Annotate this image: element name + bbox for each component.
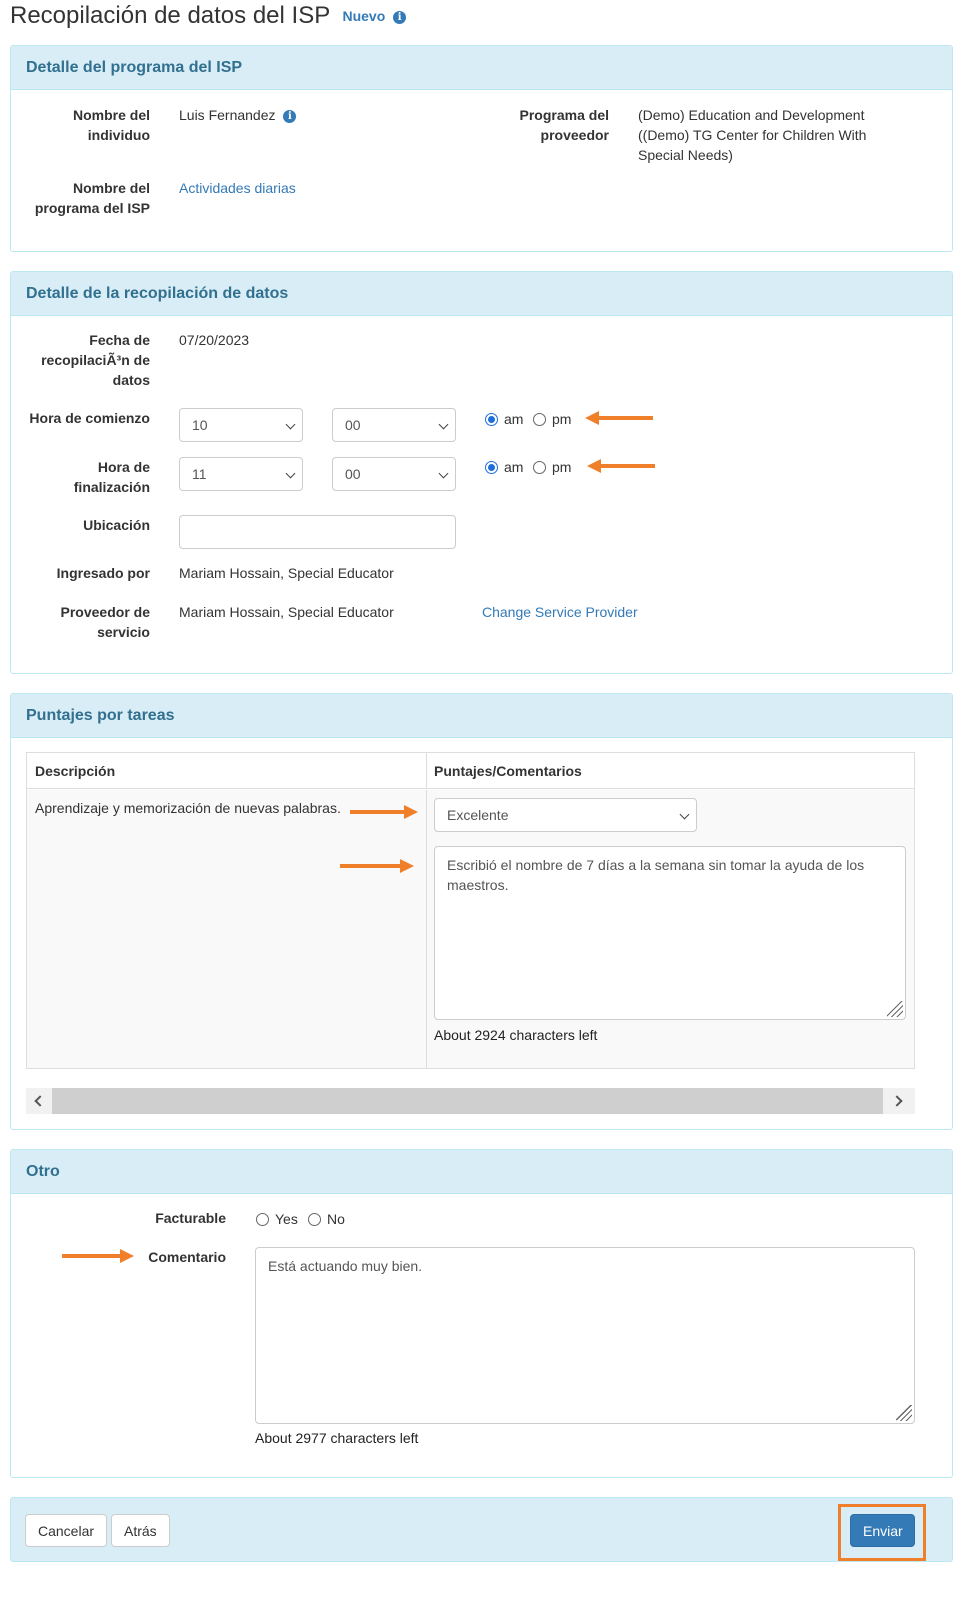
individual-label: Nombre del individuo [72,107,150,143]
end-time-label: Hora de finalización [73,459,150,495]
end-minute-value: 00 [345,466,361,482]
chevron-down-icon [679,809,690,820]
other-panel: Otro Facturable Yes No Comentario Está a… [10,1149,953,1478]
column-divider [426,790,427,1068]
comment-chars-left: About 2977 characters left [255,1430,419,1446]
score-comment-text: Escribió el nombre de 7 días a la semana… [447,857,865,893]
end-hour-value: 11 [192,466,207,482]
radio-unchecked-icon [533,460,546,474]
location-input[interactable] [179,515,456,549]
task-scores-heading: Puntajes por tareas [11,694,952,738]
billable-label: Facturable [155,1210,226,1226]
start-hour-value: 10 [192,417,208,433]
start-hour-select[interactable]: 10 [179,408,303,442]
table-header-row: Descripción Puntajes/Comentarios [27,753,914,789]
highlight-arrow-icon [350,805,418,819]
end-am-radio[interactable]: am [485,459,523,475]
comment-textarea[interactable]: Está actuando muy bien. [255,1247,915,1424]
chevron-down-icon [438,468,449,479]
end-pm-label: pm [552,459,572,475]
location-label: Ubicación [83,517,150,533]
chevron-down-icon [438,419,449,430]
start-minute-value: 00 [345,417,361,433]
end-am-label: am [504,459,524,475]
isp-program-heading: Detalle del programa del ISP [11,46,952,90]
score-value: Excelente [447,807,509,823]
task-scores-table: Descripción Puntajes/Comentarios Aprendi… [26,752,915,1069]
highlight-arrow-icon [340,859,414,873]
end-minute-select[interactable]: 00 [332,457,456,491]
entered-by-value: Mariam Hossain, Special Educator [179,565,394,581]
scroll-right-button[interactable] [883,1088,915,1114]
data-collection-panel: Detalle de la recopilación de datos Fech… [10,271,953,674]
start-time-label: Hora de comienzo [29,410,150,426]
column-header-description: Descripción [35,763,116,779]
new-badge: Nuevo i [342,8,407,24]
chevron-right-icon [891,1095,903,1107]
start-am-radio[interactable]: am [485,411,523,427]
collection-date-label: Fecha de recopilaciÃ³n de datos [41,332,150,388]
other-heading: Otro [11,1150,952,1194]
isp-program-panel: Detalle del programa del ISP Nombre del … [10,45,953,252]
new-badge-label: Nuevo [342,8,386,24]
resize-handle-icon[interactable] [896,1405,912,1421]
provider-program-label: Programa del proveedor [519,107,609,143]
data-collection-heading: Detalle de la recopilación de datos [11,272,952,316]
chevron-down-icon [285,468,296,479]
score-chars-left: About 2924 characters left [434,1027,598,1043]
billable-no-label: No [327,1211,345,1227]
billable-no-radio[interactable]: No [308,1211,345,1227]
highlight-arrow-icon [585,411,653,425]
radio-unchecked-icon [533,412,546,426]
highlight-arrow-icon [587,459,655,473]
task-scores-panel: Puntajes por tareas Descripción Puntajes… [10,693,953,1130]
score-select[interactable]: Excelente [434,798,697,832]
info-icon[interactable]: i [393,11,407,24]
billable-yes-radio[interactable]: Yes [256,1211,298,1227]
scroll-left-button[interactable] [26,1088,52,1114]
page-title-text: Recopilación de datos del ISP [10,2,330,29]
start-pm-radio[interactable]: pm [533,411,571,427]
billable-yes-label: Yes [275,1211,298,1227]
radio-checked-icon [485,460,498,474]
column-header-scores: Puntajes/Comentarios [434,763,582,779]
service-provider-value: Mariam Hossain, Special Educator [179,604,394,620]
provider-program-value: (Demo) Education and Development ((Demo)… [638,107,867,163]
start-pm-label: pm [552,411,572,427]
submit-button[interactable]: Enviar [850,1514,915,1547]
radio-unchecked-icon [308,1212,321,1226]
individual-info-icon[interactable]: i [283,110,297,123]
entered-by-label: Ingresado por [56,565,150,581]
service-provider-label: Proveedor de servicio [60,604,150,640]
comment-text: Está actuando muy bien. [268,1258,423,1274]
isp-program-link[interactable]: Actividades diarias [179,178,296,198]
individual-name: Luis Fernandez [179,107,276,123]
individual-value: Luis Fernandez i [179,105,297,125]
form-footer: Cancelar Atrás Enviar [10,1497,953,1562]
column-divider [426,753,427,789]
resize-handle-icon[interactable] [887,1001,903,1017]
change-service-provider-link[interactable]: Change Service Provider [482,602,638,622]
horizontal-scrollbar[interactable] [26,1088,915,1114]
radio-checked-icon [485,412,498,426]
chevron-down-icon [285,419,296,430]
chevron-left-icon [34,1095,46,1107]
score-comment-textarea[interactable]: Escribió el nombre de 7 días a la semana… [434,846,906,1020]
end-pm-radio[interactable]: pm [533,459,571,475]
isp-program-label: Nombre del programa del ISP [34,180,150,216]
back-button[interactable]: Atrás [111,1514,170,1547]
collection-date-value: 07/20/2023 [179,332,250,348]
page-title: Recopilación de datos del ISP Nuevo i [10,2,407,30]
start-am-label: am [504,411,524,427]
end-hour-select[interactable]: 11 [179,457,303,491]
cancel-button[interactable]: Cancelar [25,1514,108,1547]
table-row: Aprendizaje y memorización de nuevas pal… [27,790,914,1068]
start-minute-select[interactable]: 00 [332,408,456,442]
radio-unchecked-icon [256,1212,269,1226]
comment-label: Comentario [148,1249,226,1265]
